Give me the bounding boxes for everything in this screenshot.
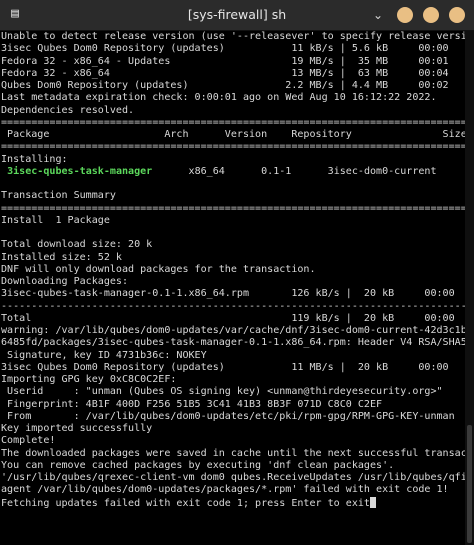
terminal-line: Transaction Summary (1, 190, 116, 202)
minimize-button[interactable] (397, 7, 413, 23)
separator-line: ========================================… (1, 141, 466, 153)
close-icon (449, 7, 465, 23)
prompt-text: Fetching updates failed with exit code 1… (1, 497, 370, 509)
package-details: x86_64 0.1-1 3isec-dom0-current 20 k (188, 165, 437, 177)
title-bar[interactable]: ▤ [sys-firewall] sh ⌄ (0, 0, 474, 31)
terminal-line: Signature, key ID 4731b36c: NOKEY (1, 349, 207, 361)
terminal-line: DNF will only download packages for the … (1, 263, 316, 275)
terminal-line: Installed size: 52 k (1, 251, 122, 263)
scrollbar-thumb[interactable] (467, 425, 472, 543)
terminal-line: Key imported successfully (1, 423, 153, 434)
terminal-line: Fedora 32 - x86_64 - Updates 19 MB/s | 3… (1, 55, 449, 67)
terminal-line: warning: /var/lib/qubes/dom0-updates/var… (1, 325, 466, 336)
terminal-line: From : /var/lib/qubes/dom0-updates/etc/p… (1, 410, 455, 422)
scrollbar[interactable] (465, 31, 474, 545)
terminal-line: agent /var/lib/qubes/dom0-updates/packag… (1, 484, 449, 496)
terminal-window: ▤ [sys-firewall] sh ⌄ Unable to detect r… (0, 0, 474, 545)
terminal-line: Downloading Packages: (1, 276, 129, 287)
terminal-line: 6485fd/packages/3isec-qubes-task-manager… (1, 337, 466, 349)
minimize-icon (397, 7, 413, 23)
terminal-line: You can remove cached packages by execut… (1, 459, 395, 471)
terminal-line: Qubes Dom0 Repository (updates) 2.2 MB/s… (1, 80, 449, 91)
terminal-line: '/usr/lib/qubes/qrexec-client-vm dom0 qu… (1, 472, 466, 483)
chevron-down-icon[interactable]: ⌄ (370, 7, 386, 23)
terminal-line: Unable to detect release version (use '-… (1, 31, 466, 42)
package-name: 3isec-qubes-task-manager (7, 165, 153, 177)
terminal-line: Total 119 kB/s | 20 kB 00:00 (1, 312, 455, 324)
package-row: 3isec-qubes-task-manager x86_64 0.1-1 3i… (1, 166, 466, 178)
terminal-line: Importing GPG key 0xC8C0C2EF: (1, 374, 177, 385)
separator-line: ========================================… (1, 202, 466, 214)
table-header: Package Arch Version Repository Size (1, 129, 466, 140)
cursor (369, 496, 376, 508)
prompt-line: Fetching updates failed with exit code 1… (1, 496, 466, 509)
maximize-icon (423, 7, 439, 23)
terminal-line: 3isec Qubes Dom0 Repository (updates) 11… (1, 43, 449, 55)
terminal-line: The downloaded packages were saved in ca… (1, 447, 466, 459)
maximize-button[interactable] (423, 7, 439, 23)
terminal-line: Complete! (1, 435, 56, 447)
terminal-line: Total download size: 20 k (1, 239, 153, 251)
terminal-line: Userid : "unman (Qubes OS signing key) <… (1, 386, 443, 398)
terminal-line: Last metadata expiration check: 0:00:01 … (1, 92, 437, 104)
terminal-line: Fingerprint: 4B1F 400D F256 51B5 3C41 41… (1, 398, 383, 410)
separator-line: ----------------------------------------… (1, 300, 466, 312)
terminal-line: Installing: (1, 153, 68, 165)
terminal-output[interactable]: Unable to detect release version (use '-… (0, 31, 466, 545)
terminal-line: 3isec Qubes Dom0 Repository (updates) 11… (1, 361, 449, 373)
terminal-line: Fedora 32 - x86_64 13 MB/s | 63 MB 00:04 (1, 67, 449, 79)
terminal-line: 3isec-qubes-task-manager-0.1-1.x86_64.rp… (1, 288, 455, 300)
separator-line: ========================================… (1, 116, 466, 128)
close-button[interactable] (449, 7, 465, 23)
terminal-line: Install 1 Package (1, 214, 110, 226)
terminal-line: Dependencies resolved. (1, 104, 135, 116)
